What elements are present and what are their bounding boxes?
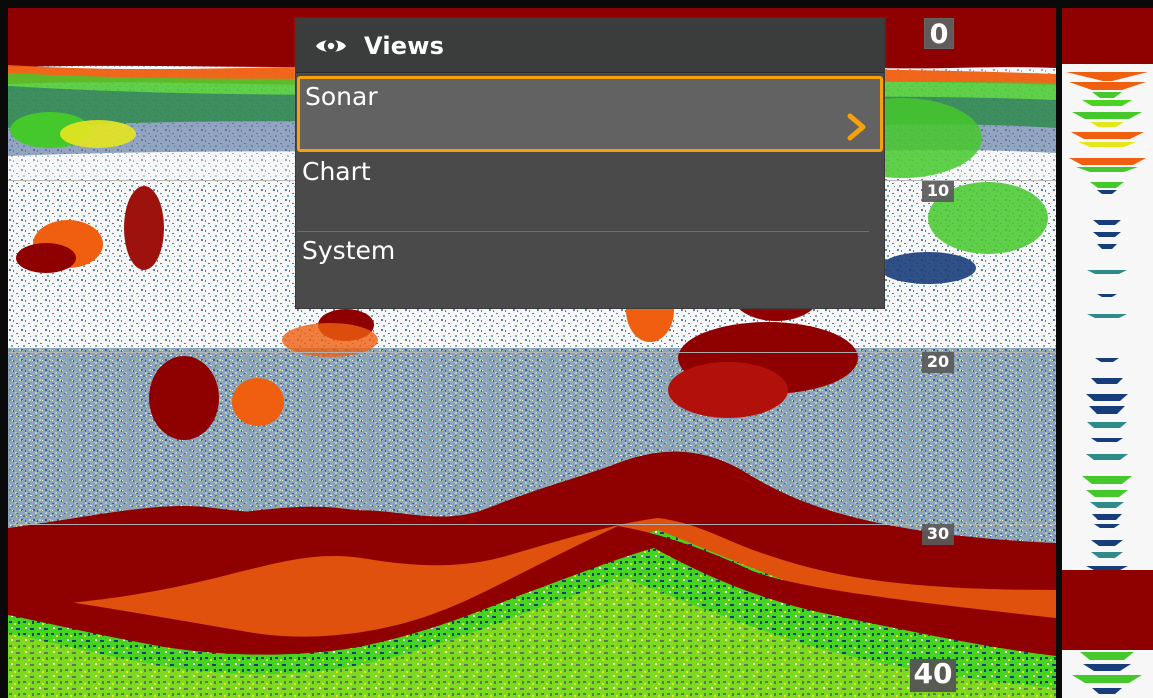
depth-label-20: 20 [922,352,954,373]
depth-line-20 [8,352,1056,353]
depth-label-30: 30 [922,524,954,545]
menu-item-sonar[interactable]: Sonar [297,76,883,152]
eye-icon [316,38,346,53]
menu-item-chart[interactable]: Chart [297,154,869,232]
menu-title: Views [364,31,445,60]
menu-item-label-chart: Chart [302,157,371,186]
views-menu: Views Sonar Chart System [295,18,885,309]
depth-label-10: 10 [922,181,954,202]
depth-line-30 [8,524,1056,525]
menu-item-label-system: System [302,236,396,265]
flasher-view [1062,8,1153,698]
sonar-view: 0 10 20 30 40 Views Sonar Chart System [8,8,1056,698]
sonar-screen: 0 10 20 30 40 Views Sonar Chart System [0,0,1153,698]
menu-item-system[interactable]: System [297,233,883,310]
flasher-display [1062,8,1153,698]
depth-label-0: 0 [924,18,954,49]
chevron-right-icon [847,113,866,141]
menu-item-label-sonar: Sonar [305,82,378,111]
menu-header: Views [296,19,884,73]
depth-label-40: 40 [910,659,956,692]
